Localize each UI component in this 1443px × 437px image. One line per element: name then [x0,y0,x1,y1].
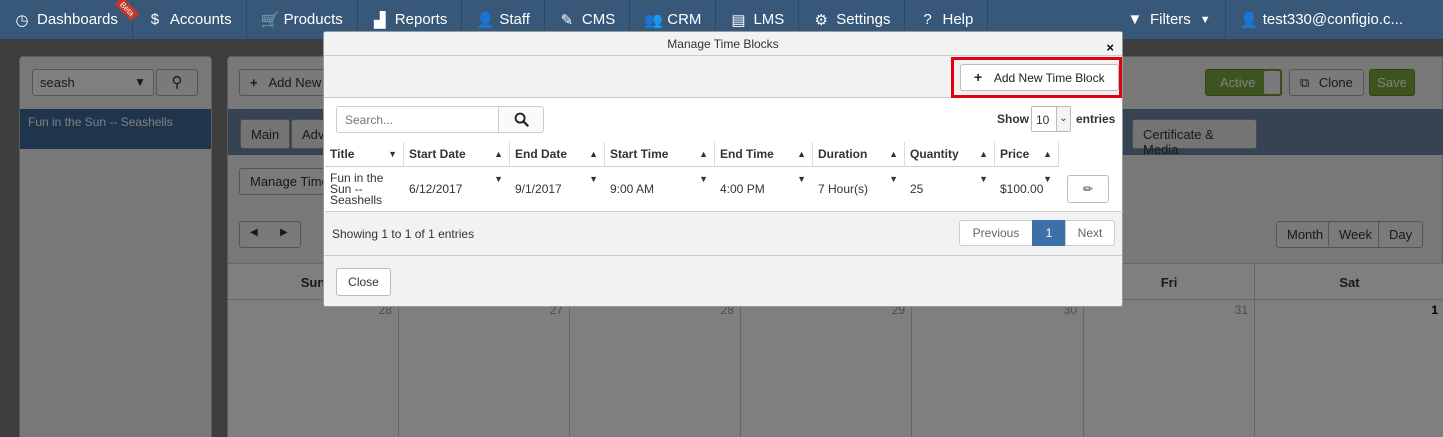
pagination-bar: Showing 1 to 1 of 1 entries Previous 1 N… [324,212,1122,256]
chevron-down-icon: ⌄ [1056,107,1070,131]
pencil-icon: ✏ [1082,182,1094,196]
column-header-label: Start Time [610,147,669,161]
column-header-title[interactable]: Title ▼ [325,142,404,167]
search-button[interactable] [498,106,544,133]
users-icon: 👥 [644,11,663,29]
cell-title: Fun in the Sun -- Seashells [325,167,404,212]
cell-price: $100.00 [1000,182,1044,196]
column-header-label: Title [330,147,355,161]
column-header-label: Duration [818,147,868,161]
add-new-time-block-label: Add New Time Block [993,71,1105,85]
column-header-label: Start Date [409,147,466,161]
gear-icon: ⚙ [814,11,828,29]
nav-accounts[interactable]: $ Accounts [133,0,247,39]
nav-label: Filters [1149,11,1191,28]
chevron-down-icon: ▼ [1199,13,1211,26]
cell-end-time: 4:00 PM [720,182,765,196]
cell-start-date: 6/12/2017 [409,182,463,196]
user-email: test330@configio.c... [1262,11,1403,28]
close-button[interactable]: Close [336,268,391,296]
question-icon: ? [923,11,932,28]
pagination-previous[interactable]: Previous [959,220,1033,246]
column-header-end-date[interactable]: End Date ▲ ▼ [510,142,605,184]
nav-label: Accounts [169,11,232,28]
column-header-label: End Time [720,147,774,161]
pagination-next[interactable]: Next [1065,220,1115,246]
pagination-page-1[interactable]: 1 [1032,220,1066,246]
modal-title-text: Manage Time Blocks [667,37,779,51]
book-icon: ▤ [731,11,746,29]
nav-user[interactable]: 👤 test330@configio.c... [1226,0,1443,39]
entries-select[interactable]: 10 ⌄ [1031,106,1071,132]
cart-icon: 🛒 [260,11,280,29]
nav-label: CMS [581,11,616,28]
nav-dashboards[interactable]: ◷ Dashboards Beta [0,0,140,39]
cell-title-line: Seashells [330,193,383,207]
manage-time-blocks-modal: Manage Time Blocks × + Add New Time Bloc… [323,31,1123,307]
search-icon [514,112,529,127]
column-header-end-time[interactable]: End Time ▲ ▼ [715,142,813,184]
sort-desc-icon: ▼ [388,149,397,159]
nav-label: Reports [394,11,448,28]
user-icon: 👤 [1239,11,1259,29]
nav-label: Dashboards [37,11,118,28]
chart-icon: ▟ [374,11,386,29]
user-icon: 👤 [476,11,496,29]
cell-quantity: 25 [910,182,924,196]
nav-filters[interactable]: ▼ Filters ▼ [1113,0,1226,39]
column-header-quantity[interactable]: Quantity ▲ ▼ [905,142,995,184]
table-row: Fun in the Sun -- Seashells 6/12/2017 9/… [325,167,1123,212]
show-label: Show [997,112,1029,126]
column-header-start-date[interactable]: Start Date ▲ ▼ [404,142,510,184]
column-header-label: Price [1000,147,1030,161]
nav-label: Settings [836,11,891,28]
search-input[interactable] [336,106,498,133]
modal-footer: Close [324,256,1122,306]
cell-start-time: 9:00 AM [610,182,655,196]
plus-icon: + [974,69,983,85]
column-header-duration[interactable]: Duration ▲ ▼ [813,142,905,184]
column-header-price[interactable]: Price ▲ ▼ [995,142,1059,184]
filter-icon: ▼ [1127,11,1143,28]
nav-label: Staff [499,11,530,28]
entries-select-value: 10 [1036,113,1050,127]
column-header-label: End Date [515,147,568,161]
pencil-icon: ✎ [560,11,574,29]
edit-button[interactable]: ✏ [1067,175,1109,203]
modal-title: Manage Time Blocks × [324,32,1122,56]
table-header: Title ▼ Start Date ▲ ▼ End Date ▲ ▼ Start … [325,142,1059,184]
showing-info: Showing 1 to 1 of 1 entries [332,227,475,241]
nav-label: Help [942,11,974,28]
entries-label: entries [1076,112,1116,126]
cell-duration: 7 Hour(s) [818,182,869,196]
modal-toolbar: + Add New Time Block [324,56,1122,98]
dollar-icon: $ [150,11,160,28]
column-header-start-time[interactable]: Start Time ▲ ▼ [605,142,715,184]
clock-icon: ◷ [15,11,29,29]
column-header-label: Quantity [910,147,959,161]
nav-label: CRM [667,11,702,28]
nav-label: Products [283,11,343,28]
nav-label: LMS [753,11,785,28]
add-new-time-block-button[interactable]: + Add New Time Block [960,64,1119,91]
cell-end-date: 9/1/2017 [515,182,562,196]
